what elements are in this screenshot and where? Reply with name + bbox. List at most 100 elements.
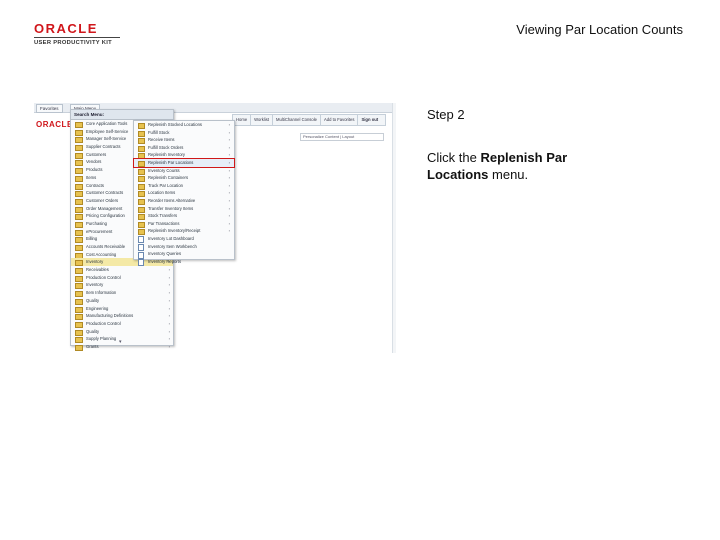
submenu-item[interactable]: Receive Items › bbox=[134, 136, 234, 145]
submenu-item[interactable]: Inventory Lot Dashboard bbox=[134, 235, 234, 244]
submenu-item-label: Replenish Containers bbox=[148, 175, 189, 181]
main-menu-item-label: Inventory bbox=[86, 259, 104, 265]
main-menu-item-label: Engineering bbox=[86, 305, 109, 311]
scroll-down-icon[interactable]: ▾ bbox=[119, 339, 122, 345]
chevron-right-icon: › bbox=[228, 167, 230, 173]
main-menu-item[interactable]: Quality › bbox=[71, 328, 173, 336]
replenish-par-locations-menu-item[interactable]: Replenish Par Locations › bbox=[133, 158, 235, 168]
main-menu-item-label: Pricing Configuration bbox=[86, 213, 125, 219]
submenu-item[interactable]: Reorder Items Alternative › bbox=[134, 197, 234, 205]
chevron-right-icon: › bbox=[228, 228, 230, 234]
submenu-item[interactable]: Fulfill Stock › bbox=[134, 129, 234, 137]
submenu-item[interactable]: Par Transactions › bbox=[134, 220, 234, 228]
chevron-right-icon: › bbox=[228, 197, 230, 203]
main-menu-item-label: Contracts bbox=[86, 182, 104, 188]
chevron-right-icon: › bbox=[168, 328, 170, 334]
main-menu-item-label: Items bbox=[86, 174, 97, 180]
submenu-item[interactable]: Inventory Item Workbench bbox=[134, 243, 234, 251]
main-menu-item[interactable]: Inventory › bbox=[71, 281, 173, 290]
main-menu-item-label: Purchasing bbox=[86, 220, 107, 226]
page-scrollbar[interactable] bbox=[392, 103, 396, 353]
submenu-item[interactable]: Replenish Inventory › bbox=[134, 151, 234, 160]
main-menu-item-label: Products bbox=[86, 167, 103, 173]
main-menu-item[interactable]: Engineering › bbox=[71, 305, 173, 313]
submenu-item[interactable]: Inventory Reports bbox=[134, 258, 234, 267]
main-menu-item-label: Customer Orders bbox=[86, 197, 119, 203]
application-screenshot: Favorites Main Menu ORACLE Home Worklist… bbox=[34, 103, 396, 353]
main-menu-item-label: eProcurement bbox=[86, 228, 113, 234]
submenu-item-label: Inventory Queries bbox=[148, 251, 182, 257]
main-menu-item[interactable]: Supply Planning › bbox=[71, 335, 173, 344]
submenu-item-label: Replenish Stocked Locations bbox=[148, 122, 203, 127]
oracle-upk-logo: ORACLE USER PRODUCTIVITY KIT bbox=[34, 22, 124, 47]
app-brand-logo: ORACLE bbox=[36, 120, 73, 129]
main-menu-item-label: Order Management bbox=[86, 205, 123, 211]
submenu-item-label: Inventory Counts bbox=[148, 167, 180, 173]
main-menu-item[interactable]: Grants › bbox=[71, 343, 173, 351]
main-menu-item-label: Supply Planning bbox=[86, 336, 117, 342]
main-menu-item-label: Quality bbox=[86, 328, 100, 334]
inventory-submenu-list: Replenish Stocked Locations › Fulfill Stoc… bbox=[133, 121, 235, 267]
chevron-right-icon: › bbox=[228, 152, 230, 158]
search-menu-header[interactable]: Search Menu: bbox=[71, 110, 173, 120]
submenu-item[interactable]: Replenish Inventory/Receipt › bbox=[134, 227, 234, 236]
chevron-right-icon: › bbox=[228, 205, 230, 211]
personalize-bar[interactable]: Personalize Content | Layout bbox=[300, 133, 384, 141]
main-menu-item-label: Core Application Tools bbox=[86, 121, 128, 126]
chevron-right-icon: › bbox=[168, 320, 170, 326]
main-menu-item[interactable]: Production Control › bbox=[71, 320, 173, 328]
main-menu-item-label: Customer Contracts bbox=[86, 190, 124, 196]
favorites-tab[interactable]: Favorites bbox=[36, 104, 63, 113]
oracle-wordmark: ORACLE bbox=[34, 21, 98, 36]
submenu-item-label: Reorder Items Alternative bbox=[148, 197, 196, 203]
chevron-right-icon: › bbox=[228, 137, 230, 143]
submenu-item-label: Fulfill Stock Orders bbox=[148, 144, 184, 150]
toolbar-multichannel-link[interactable]: MultiChannel Console bbox=[273, 115, 321, 125]
main-menu-item-label: Production Control bbox=[86, 320, 121, 326]
chevron-right-icon: › bbox=[228, 175, 230, 181]
toolbar-worklist-link[interactable]: Worklist bbox=[251, 115, 273, 125]
chevron-right-icon: › bbox=[169, 351, 170, 353]
submenu-item-label: Location Items bbox=[148, 190, 176, 196]
inventory-submenu: Replenish Stocked Locations › Fulfill Stoc… bbox=[133, 120, 235, 267]
main-menu-item[interactable]: Receivables › bbox=[71, 266, 173, 275]
main-menu-item-label: Supplier Contracts bbox=[86, 144, 121, 150]
toolbar-home-link[interactable]: Home bbox=[233, 115, 252, 125]
submenu-item-label: Replenish Par Locations bbox=[148, 159, 194, 165]
step-label: Step 2 bbox=[427, 107, 465, 122]
chevron-right-icon: › bbox=[228, 213, 230, 219]
step-instruction: Click the Replenish Par Locations menu. bbox=[427, 149, 627, 183]
chevron-right-icon: › bbox=[168, 297, 170, 303]
main-menu-item-label: Employee Self-Service bbox=[86, 128, 129, 134]
main-menu-item-label: Manager Self-Service bbox=[86, 136, 127, 142]
submenu-item-label: Inventory Item Workbench bbox=[148, 243, 197, 249]
submenu-item[interactable]: Replenish Stocked Locations › bbox=[134, 121, 234, 129]
toolbar-add-favorites-link[interactable]: Add to Favorites bbox=[321, 115, 359, 125]
toolbar-signout-link[interactable]: Sign out bbox=[358, 115, 381, 125]
submenu-item[interactable]: Track Par Location › bbox=[134, 182, 234, 190]
submenu-item[interactable]: Transfer Inventory Items › bbox=[134, 205, 234, 213]
submenu-item[interactable]: Stock Transfers › bbox=[134, 212, 234, 221]
chevron-right-icon: › bbox=[168, 282, 170, 288]
chevron-right-icon: › bbox=[168, 267, 170, 273]
submenu-item-label: Stock Transfers bbox=[148, 213, 178, 219]
submenu-item[interactable]: Fulfill Stock Orders › bbox=[134, 144, 234, 152]
chevron-right-icon: › bbox=[168, 305, 170, 311]
main-menu-item[interactable]: Item Information › bbox=[71, 289, 173, 298]
main-menu-item[interactable]: Quality › bbox=[71, 297, 173, 305]
submenu-item[interactable]: Location Items › bbox=[134, 189, 234, 198]
main-menu-item-label: Cost Accounting bbox=[86, 251, 117, 257]
logo-divider bbox=[34, 37, 120, 38]
submenu-item[interactable]: Replenish Containers › bbox=[134, 174, 234, 183]
main-menu-item[interactable]: Production Control › bbox=[71, 274, 173, 282]
chevron-right-icon: › bbox=[228, 144, 230, 150]
main-menu-item[interactable]: Program Management › bbox=[71, 351, 173, 353]
submenu-item-label: Fulfill Stock bbox=[148, 129, 170, 135]
main-menu-item[interactable]: Manufacturing Definitions › bbox=[71, 312, 173, 321]
submenu-item[interactable]: Inventory Counts › bbox=[134, 167, 234, 175]
submenu-item-label: Receive Items bbox=[148, 137, 175, 143]
main-menu-item-label: Vendors bbox=[86, 159, 102, 165]
main-menu-item-label: Inventory bbox=[86, 282, 104, 288]
submenu-item[interactable]: Inventory Queries bbox=[134, 250, 234, 259]
main-menu-item-label: Accounts Receivable bbox=[86, 244, 126, 249]
